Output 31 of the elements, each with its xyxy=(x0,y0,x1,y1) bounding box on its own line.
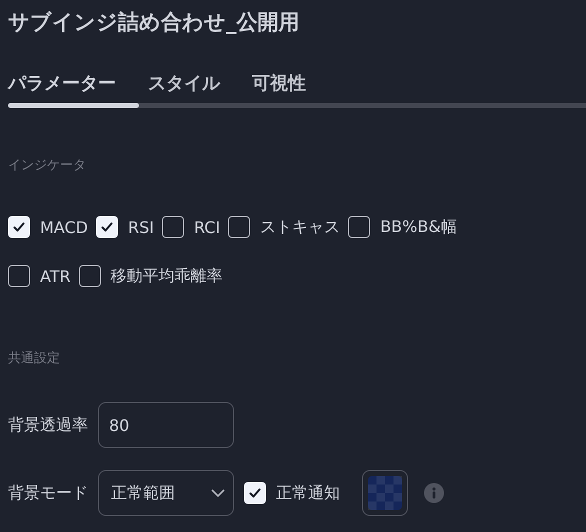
section-heading: インジケータ xyxy=(8,157,87,174)
checkbox[interactable] xyxy=(162,216,184,238)
checkmark-icon xyxy=(248,486,262,500)
checkbox-label: BB%B&幅 xyxy=(380,216,457,238)
section-heading: 共通設定 xyxy=(8,350,61,367)
checkbox-label: RCI xyxy=(194,218,220,236)
checkmark-icon xyxy=(100,220,114,234)
checkbox-label: RSI xyxy=(128,218,154,236)
checkbox[interactable] xyxy=(96,216,118,238)
opacity-input[interactable]: 80 xyxy=(98,402,234,448)
checkbox-label: 正常通知 xyxy=(276,482,340,504)
checkbox-label: 移動平均乖離率 xyxy=(110,266,223,286)
tab[interactable]: スタイル xyxy=(148,71,220,95)
checkmark-icon xyxy=(12,220,26,234)
chevron-down-icon xyxy=(211,489,225,497)
field-label: 背景透過率 xyxy=(8,414,88,436)
color-swatch[interactable] xyxy=(362,470,408,516)
tab[interactable]: パラメーター xyxy=(8,71,116,95)
mode-select[interactable]: 正常範囲 xyxy=(98,470,234,516)
field-label: 背景モード xyxy=(8,482,88,504)
checkbox[interactable] xyxy=(348,216,370,238)
tab[interactable]: 可視性 xyxy=(252,71,306,95)
checkbox[interactable] xyxy=(228,216,250,238)
checkbox[interactable] xyxy=(78,265,101,287)
checkbox-label: ATR xyxy=(40,266,71,286)
checkbox-label: MACD xyxy=(40,218,88,236)
checkbox-label: ストキャス xyxy=(260,216,340,238)
checkbox[interactable] xyxy=(8,265,30,287)
checkbox[interactable] xyxy=(8,216,30,238)
dialog-title: サブインジ詰め合わせ_公開用 xyxy=(8,9,300,36)
checkbox[interactable] xyxy=(244,482,266,504)
